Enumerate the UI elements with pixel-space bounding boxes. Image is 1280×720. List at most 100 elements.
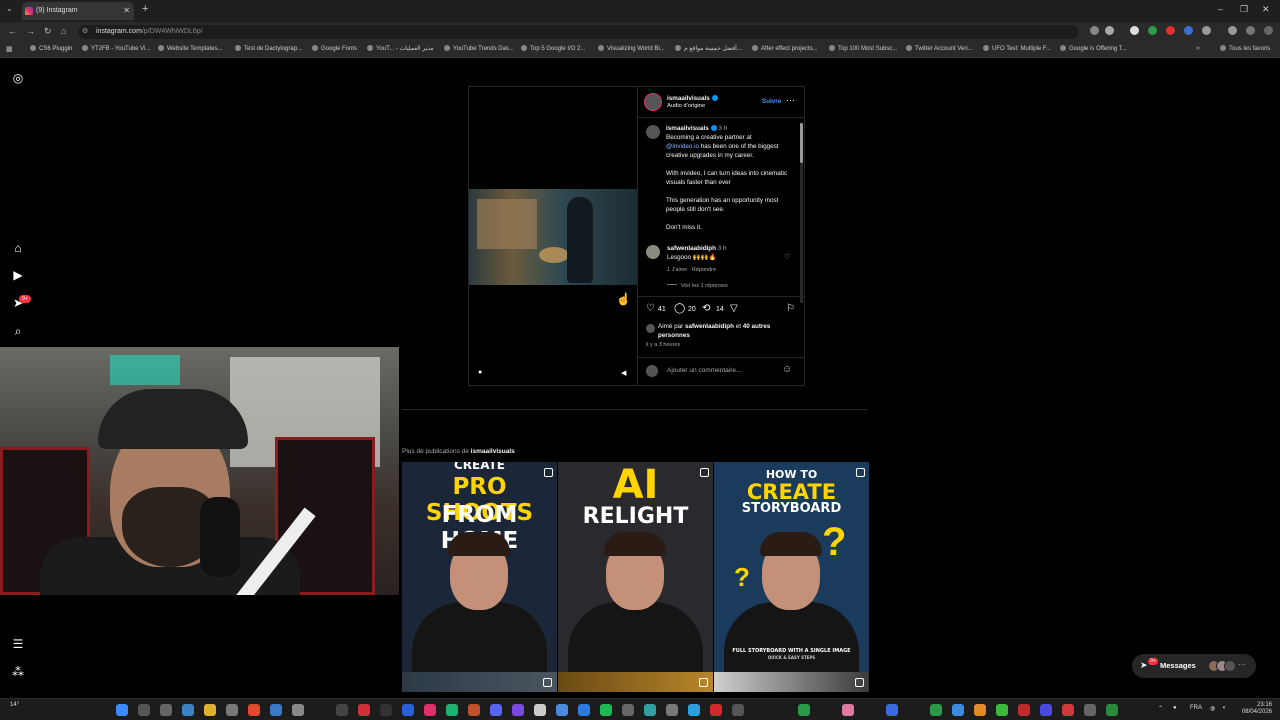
bookmark-item[interactable]: أفضل خمسة مواقع م... <box>675 45 742 52</box>
more-post-thumb-row2[interactable] <box>402 672 557 692</box>
bookmark-item[interactable]: CS6 Pluggin <box>30 45 72 52</box>
profile-avatar[interactable] <box>1246 26 1255 35</box>
app-icon[interactable] <box>556 704 568 716</box>
app-icon[interactable] <box>1018 704 1030 716</box>
settings-icon[interactable] <box>226 704 238 716</box>
save-bookmark-icon[interactable]: ⚐ <box>786 303 795 314</box>
view-replies-link[interactable]: Voir les 1 réponses <box>667 282 728 291</box>
app-icon[interactable] <box>512 704 524 716</box>
mic-icon[interactable]: ● <box>1173 705 1177 711</box>
star-icon[interactable] <box>1105 26 1114 35</box>
bookmark-item[interactable]: YouT... - مدير العمليات <box>367 45 434 52</box>
app-icon[interactable] <box>358 704 370 716</box>
repost-icon[interactable]: ⟲ <box>702 303 710 314</box>
app-icon[interactable] <box>930 704 942 716</box>
like-icon[interactable]: ♡ <box>646 303 655 314</box>
reels-icon[interactable]: ▶ <box>11 268 25 282</box>
app-icon[interactable] <box>710 704 722 716</box>
volume-icon[interactable]: ◖ <box>1222 705 1226 711</box>
app-icon[interactable] <box>622 704 634 716</box>
browser-menu-icon[interactable] <box>1264 26 1273 35</box>
more-post-thumb[interactable]: AI RELIGHT <box>558 462 713 672</box>
minimize-icon[interactable]: – <box>1218 4 1223 14</box>
app-icon[interactable] <box>468 704 480 716</box>
extensions-puzzle-icon[interactable] <box>1202 26 1211 35</box>
steam-icon[interactable] <box>270 704 282 716</box>
app-icon[interactable] <box>952 704 964 716</box>
app-icon[interactable] <box>996 704 1008 716</box>
tagged-user-icon[interactable]: ● <box>478 369 482 376</box>
comment-likes[interactable]: 1 J'aime <box>667 267 687 273</box>
comment-input[interactable]: Ajouter un commentaire... <box>667 367 741 374</box>
extension-icon[interactable] <box>1130 26 1139 35</box>
app-icon[interactable] <box>798 704 810 716</box>
discord-icon[interactable] <box>490 704 502 716</box>
extension-icon[interactable] <box>1184 26 1193 35</box>
app-icon[interactable] <box>1084 704 1096 716</box>
emoji-icon[interactable]: ☺ <box>782 364 792 375</box>
extension-icon[interactable] <box>1148 26 1157 35</box>
bookmark-item[interactable]: Top 100 Most Subsc... <box>829 45 897 52</box>
commenter-avatar[interactable] <box>646 245 660 259</box>
app-icon[interactable] <box>402 704 414 716</box>
bookmark-item[interactable]: Website Templates... <box>158 45 222 52</box>
url-field[interactable]: instagram.com/p/DW4WhiWDL6p/ <box>78 25 1078 39</box>
meta-apps-icon[interactable]: ⁂ <box>11 665 25 679</box>
language-indicator[interactable]: FRA <box>1190 705 1202 711</box>
restore-icon[interactable]: ❐ <box>1240 4 1248 15</box>
reel-video[interactable]: ● ◀ <box>469 87 637 385</box>
messages-button[interactable]: ➤ 9+ Messages ⋯ <box>1132 654 1256 678</box>
apps-grid-icon[interactable]: ▦ <box>6 45 13 53</box>
comment-icon[interactable]: ◯ <box>674 303 685 314</box>
bookmark-item[interactable]: Visualizing World Bi... <box>598 45 665 52</box>
reload-icon[interactable]: ↻ <box>44 26 52 37</box>
weather-temp[interactable]: 14° <box>10 702 19 708</box>
app-icon[interactable] <box>1062 704 1074 716</box>
extension-icon[interactable] <box>1090 26 1099 35</box>
like-count[interactable]: 41 <box>658 306 666 313</box>
site-info-icon[interactable]: ⚙ <box>82 27 88 35</box>
caption-avatar[interactable] <box>646 125 660 139</box>
spotify-icon[interactable] <box>600 704 612 716</box>
more-posts-user[interactable]: ismaailvisuals <box>471 448 515 455</box>
all-favorites-folder[interactable]: Tous les favoris <box>1220 45 1270 52</box>
menu-icon[interactable]: ☰ <box>11 637 25 651</box>
follow-button[interactable]: Suivre <box>762 97 781 106</box>
bookmark-item[interactable]: YouTube Trends Das... <box>444 45 514 52</box>
app-icon[interactable] <box>534 704 546 716</box>
app-icon[interactable] <box>424 704 436 716</box>
obs-icon[interactable] <box>292 704 304 716</box>
caption-scrollbar[interactable] <box>800 123 803 303</box>
bookmark-item[interactable]: Top 5 Google I/O 2... <box>521 45 585 52</box>
task-view-icon[interactable] <box>160 704 172 716</box>
comment-reply-link[interactable]: Répondre <box>692 267 716 273</box>
bookmark-item[interactable]: YT2FB - YouTube Vi... <box>82 45 150 52</box>
windows-start-icon[interactable] <box>116 704 128 716</box>
home-icon[interactable]: ⌂ <box>61 26 66 36</box>
tab-instagram[interactable]: (9) Instagram ✕ <box>22 2 134 20</box>
menu-icon[interactable] <box>1228 26 1237 35</box>
close-window-icon[interactable]: ✕ <box>1262 4 1270 15</box>
telegram-icon[interactable] <box>688 704 700 716</box>
app-icon[interactable] <box>446 704 458 716</box>
app-icon[interactable] <box>644 704 656 716</box>
chrome-icon[interactable] <box>248 704 260 716</box>
more-post-thumb[interactable]: CREATE PRO SHOOTS FROM HOME <box>402 462 557 672</box>
bookmark-item[interactable]: Twitter Account Veri... <box>906 45 973 52</box>
bookmark-item[interactable]: UFO Test: Multiple F... <box>983 45 1051 52</box>
app-icon[interactable] <box>1040 704 1052 716</box>
xbox-icon[interactable] <box>1106 704 1118 716</box>
app-icon[interactable] <box>732 704 744 716</box>
comment-like-icon[interactable]: ♡ <box>784 253 790 261</box>
mention-link[interactable]: @invideo.io <box>666 143 699 150</box>
more-post-thumb[interactable]: HOW TO CREATE STORYBOARD ? ? FULL STORYB… <box>714 462 869 672</box>
tray-chevron-icon[interactable]: ⌃ <box>1158 705 1163 712</box>
caption-username[interactable]: ismaailvisuals <box>666 125 709 132</box>
bookmark-item[interactable]: Google is Offering T... <box>1060 45 1127 52</box>
clock[interactable]: 23:16 08/04/2026 <box>1242 702 1272 716</box>
new-tab-icon[interactable]: + <box>142 3 148 15</box>
close-tab-icon[interactable]: ✕ <box>123 2 130 20</box>
search-icon[interactable] <box>138 704 150 716</box>
more-horizontal-icon[interactable]: ⋯ <box>786 95 795 106</box>
app-icon[interactable] <box>842 704 854 716</box>
